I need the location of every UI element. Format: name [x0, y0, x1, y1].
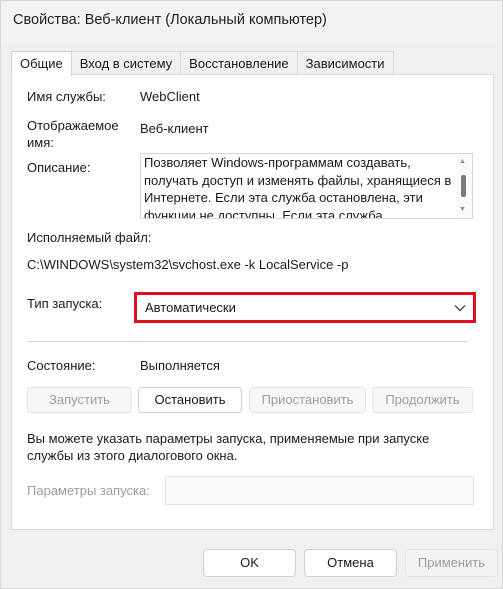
scroll-down-icon[interactable]: ▼ — [459, 206, 466, 214]
startup-type-dropdown[interactable]: Автоматически — [134, 292, 476, 323]
start-params-label: Параметры запуска: — [27, 483, 150, 498]
tab-dependencies[interactable]: Зависимости — [296, 51, 394, 75]
startup-type-label: Тип запуска: — [27, 296, 103, 311]
description-scrollbar[interactable]: ▲ ▼ — [455, 154, 472, 218]
service-name-label: Имя службы: — [27, 89, 106, 104]
service-properties-dialog: Свойства: Веб-клиент (Локальный компьюте… — [0, 0, 503, 589]
window-title: Свойства: Веб-клиент (Локальный компьюте… — [13, 12, 327, 28]
title-bar: Свойства: Веб-клиент (Локальный компьюте… — [1, 1, 502, 41]
status-value: Выполняется — [140, 358, 220, 373]
executable-path: C:\WINDOWS\system32\svchost.exe -k Local… — [27, 257, 349, 272]
display-name-value: Веб-клиент — [140, 121, 209, 136]
display-name-label-line1: Отображаемое — [27, 118, 119, 133]
apply-button[interactable]: Применить — [405, 549, 498, 577]
general-tab-panel: Имя службы: WebClient Отображаемое имя: … — [11, 74, 494, 530]
pause-button[interactable]: Приостановить — [249, 387, 366, 413]
description-label: Описание: — [27, 160, 91, 175]
tab-recovery[interactable]: Восстановление — [180, 51, 298, 75]
resume-button[interactable]: Продолжить — [372, 387, 473, 413]
service-name-value: WebClient — [140, 89, 200, 104]
ok-button[interactable]: OK — [203, 549, 296, 577]
display-name-label-line2: имя: — [27, 135, 54, 150]
scroll-up-icon[interactable]: ▲ — [459, 158, 466, 166]
hint-text-line1: Вы можете указать параметры запуска, при… — [27, 431, 430, 446]
scroll-thumb[interactable] — [461, 175, 466, 197]
tab-logon[interactable]: Вход в систему — [70, 51, 182, 75]
description-box[interactable]: Позволяет Windows-программам создавать, … — [140, 153, 473, 219]
separator — [27, 341, 468, 342]
hint-text-line2: службы из этого диалогового окна. — [27, 448, 238, 463]
startup-type-value: Автоматически — [145, 300, 236, 315]
stop-button[interactable]: Остановить — [138, 387, 242, 413]
cancel-button[interactable]: Отмена — [304, 549, 397, 577]
status-label: Состояние: — [27, 358, 96, 373]
start-button[interactable]: Запустить — [27, 387, 132, 413]
tab-strip: Общие Вход в систему Восстановление Зави… — [11, 51, 394, 76]
chevron-down-icon — [454, 305, 466, 312]
start-params-input[interactable] — [165, 476, 474, 505]
tab-general[interactable]: Общие — [11, 51, 72, 76]
executable-label: Исполняемый файл: — [27, 230, 152, 245]
description-text: Позволяет Windows-программам создавать, … — [144, 155, 452, 219]
